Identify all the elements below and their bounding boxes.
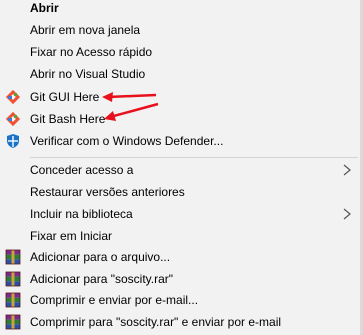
menu-item-label: Git Bash Here xyxy=(30,112,106,126)
chevron-right-icon xyxy=(343,208,351,220)
menu-item-label: Verificar com o Windows Defender... xyxy=(30,134,224,148)
menu-item-git-bash-here[interactable]: Git Bash Here xyxy=(0,108,358,130)
git-icon xyxy=(4,110,22,128)
menu-item-open[interactable]: Abrir xyxy=(0,0,358,19)
menu-item-pin-start[interactable]: Fixar em Iniciar xyxy=(0,225,358,247)
winrar-icon xyxy=(4,270,22,288)
winrar-icon xyxy=(4,248,22,266)
menu-item-windows-defender-scan[interactable]: Verificar com o Windows Defender... xyxy=(0,130,358,152)
menu-item-label: Abrir no Visual Studio xyxy=(30,67,146,81)
menu-item-pin-quick-access[interactable]: Fixar no Acesso rápido xyxy=(0,41,358,63)
menu-item-restore-versions[interactable]: Restaurar versões anteriores xyxy=(0,181,358,203)
menu-item-label: Git GUI Here xyxy=(30,90,100,104)
menu-item-add-to-archive[interactable]: Adicionar para o arquivo... xyxy=(0,246,358,268)
chevron-right-icon xyxy=(343,164,351,176)
menu-item-label: Conceder acesso a xyxy=(30,163,134,177)
menu-item-label: Incluir na biblioteca xyxy=(30,207,133,221)
menu-item-git-gui-here[interactable]: Git GUI Here xyxy=(0,86,358,108)
menu-separator xyxy=(30,157,358,158)
menu-item-open-visual-studio[interactable]: Abrir no Visual Studio xyxy=(0,63,358,85)
menu-item-add-to-rar[interactable]: Adicionar para "soscity.rar" xyxy=(0,268,358,290)
menu-item-label: Fixar em Iniciar xyxy=(30,229,113,243)
winrar-icon xyxy=(4,291,22,309)
context-menu: Abrir Abrir em nova janela Fixar no Aces… xyxy=(0,0,363,335)
menu-item-label: Abrir xyxy=(30,1,59,15)
menu-item-label: Comprimir e enviar por e-mail... xyxy=(30,293,199,307)
windows-defender-icon xyxy=(4,132,22,150)
menu-item-label: Abrir em nova janela xyxy=(30,23,141,37)
menu-item-label: Comprimir para "soscity.rar" e enviar po… xyxy=(30,315,282,329)
menu-item-give-access[interactable]: Conceder acesso a xyxy=(0,159,358,181)
menu-item-label: Adicionar para o arquivo... xyxy=(30,250,171,264)
menu-item-compress-rar-email[interactable]: Comprimir para "soscity.rar" e enviar po… xyxy=(0,311,358,333)
menu-item-include-library[interactable]: Incluir na biblioteca xyxy=(0,203,358,225)
menu-item-label: Restaurar versões anteriores xyxy=(30,185,185,199)
menu-item-open-new-window[interactable]: Abrir em nova janela xyxy=(0,19,358,41)
menu-item-label: Adicionar para "soscity.rar" xyxy=(30,272,174,286)
winrar-icon xyxy=(4,313,22,331)
menu-item-label: Fixar no Acesso rápido xyxy=(30,45,153,59)
git-icon xyxy=(4,88,22,106)
menu-item-compress-email[interactable]: Comprimir e enviar por e-mail... xyxy=(0,289,358,311)
